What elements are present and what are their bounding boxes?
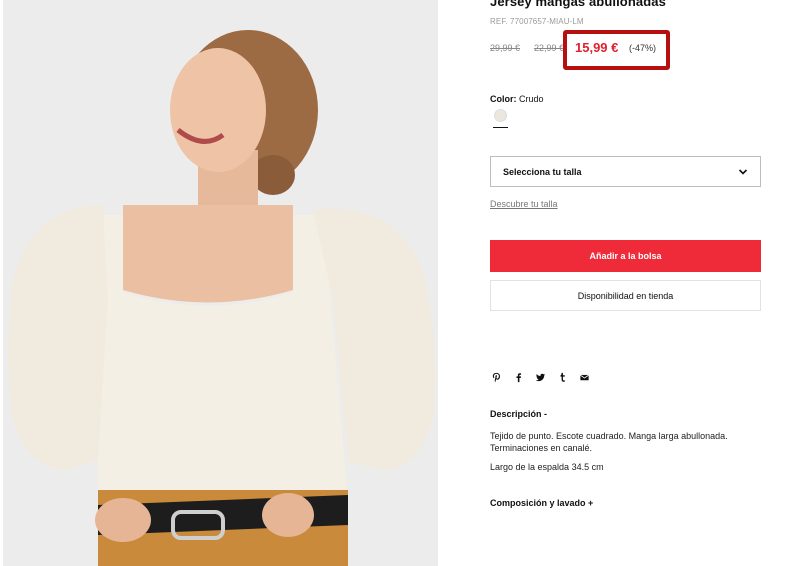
product-image[interactable] — [3, 0, 438, 566]
back-length-text: Largo de la espalda 34.5 cm — [490, 462, 604, 472]
twitter-icon[interactable] — [534, 371, 547, 384]
email-icon[interactable] — [578, 371, 591, 384]
color-label-key: Color: — [490, 94, 517, 104]
size-select-label: Selecciona tu talla — [503, 166, 582, 177]
color-label: Color: Crudo — [490, 94, 544, 104]
product-reference: REF. 77007657-MIAU-LM — [490, 17, 584, 26]
facebook-icon[interactable] — [512, 371, 525, 384]
original-price: 29,99 € — [490, 43, 521, 53]
chevron-down-icon — [738, 168, 748, 175]
add-to-bag-button[interactable]: Añadir a la bolsa — [490, 240, 761, 272]
previous-price: 22,99 € — [534, 43, 565, 53]
product-title: Jersey mangas abullonadas — [490, 0, 666, 9]
selected-swatch-indicator — [493, 127, 508, 128]
size-guide-link[interactable]: Descubre tu talla — [490, 199, 558, 209]
discount-badge: (-47%) — [629, 43, 657, 53]
color-swatch-crudo[interactable] — [494, 109, 507, 122]
color-label-value: Crudo — [519, 94, 544, 104]
model-wearing-sweater-image — [3, 0, 438, 566]
description-toggle[interactable]: Descripción - — [490, 409, 547, 419]
size-select[interactable]: Selecciona tu talla — [490, 156, 761, 187]
sale-price: 15,99 € — [575, 40, 619, 55]
composition-toggle[interactable]: Composición y lavado + — [490, 498, 593, 508]
share-icons — [490, 371, 591, 384]
pinterest-icon[interactable] — [490, 371, 503, 384]
store-availability-button[interactable]: Disponibilidad en tienda — [490, 280, 761, 311]
description-text: Tejido de punto. Escote cuadrado. Manga … — [490, 431, 728, 453]
tumblr-icon[interactable] — [556, 371, 569, 384]
